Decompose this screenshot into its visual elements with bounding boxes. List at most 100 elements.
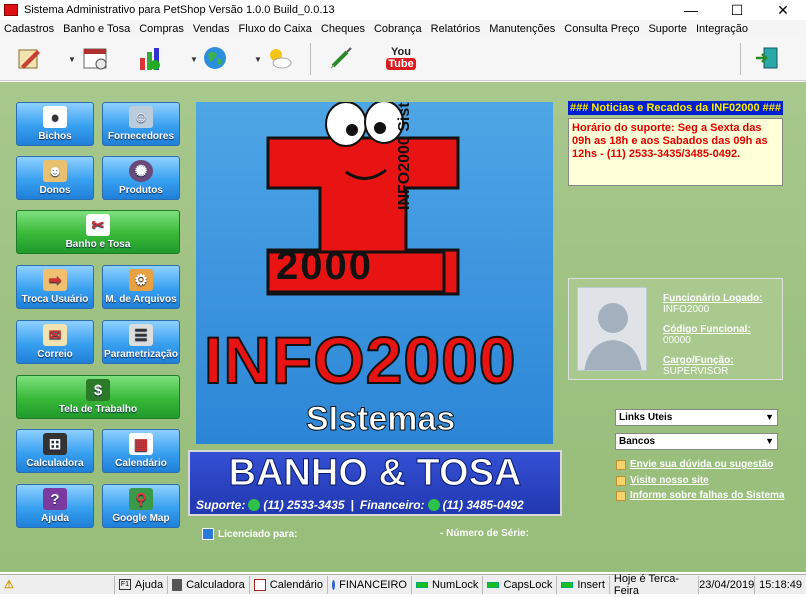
menu-banho-tosa[interactable]: Banho e Tosa	[63, 23, 130, 35]
parametrizacao-button[interactable]: ☰ Parametrização	[102, 320, 180, 364]
menu-cadastros[interactable]: Cadastros	[4, 23, 54, 35]
menu-compras[interactable]: Compras	[139, 23, 184, 35]
envelope-icon	[616, 459, 626, 470]
menu-integracao[interactable]: Integração	[696, 23, 748, 35]
bar-chart-icon[interactable]	[136, 43, 166, 73]
logo-side-text: INFO2000 Sistemas	[396, 102, 413, 210]
info2000-logo: 2000 INFO2000 Sistemas INFO2000 SIstemas	[196, 102, 553, 444]
exit-door-icon[interactable]	[752, 43, 782, 73]
dog-icon: ●	[43, 106, 67, 128]
dropdown-arrow-icon[interactable]: ▼	[254, 55, 262, 64]
ajuda-label: Ajuda	[41, 513, 69, 524]
links-uteis-select[interactable]: Links Uteis ▼	[615, 409, 778, 426]
link-falhas-text: Informe sobre falhas do Sistema	[630, 490, 785, 501]
google-map-button[interactable]: ⚲ Google Map	[102, 484, 180, 528]
dropdown-arrow-icon[interactable]: ▼	[68, 55, 76, 64]
status-ajuda[interactable]: F1 Ajuda	[115, 575, 169, 594]
status-hora: 15:18:49	[755, 576, 806, 594]
user-func-value: INFO2000	[663, 304, 710, 315]
calendar-icon	[253, 578, 266, 591]
notice-title: ### Noticias e Recados da INF02000 ###	[568, 101, 783, 115]
banho-tosa-button[interactable]: ✂ Banho e Tosa	[16, 210, 180, 254]
map-pin-icon: ⚲	[129, 488, 153, 510]
bancos-value: Bancos	[619, 436, 656, 447]
status-ajuda-label: Ajuda	[134, 578, 164, 591]
edit-document-icon[interactable]	[14, 43, 44, 73]
maximize-button[interactable]: ☐	[714, 0, 760, 20]
status-capslock-label: CapsLock	[503, 578, 553, 591]
correio-button[interactable]: ✉ Correio	[16, 320, 94, 364]
close-button[interactable]: ✕	[760, 0, 806, 20]
banner-contacts: Suporte: (11) 2533-3435 | Financeiro: (1…	[196, 498, 524, 512]
fornecedores-label: Fornecedores	[107, 131, 175, 142]
m-arquivos-label: M. de Arquivos	[105, 294, 177, 305]
globe-icon[interactable]	[200, 43, 230, 73]
home-icon	[616, 475, 626, 486]
file-maintenance-icon: ⚙	[129, 269, 153, 291]
toolbar-separator	[310, 43, 311, 75]
status-capslock: CapsLock	[483, 575, 558, 594]
license-icon	[202, 528, 214, 540]
menu-cheques[interactable]: Cheques	[321, 23, 365, 35]
status-dia: Hoje é Terca-Feira	[610, 573, 700, 597]
youtube-icon[interactable]: You Tube	[384, 43, 418, 73]
bichos-button[interactable]: ● Bichos	[16, 102, 94, 146]
grooming-icon: ✂	[86, 214, 110, 236]
help-book-icon: ?	[43, 488, 67, 510]
calendar-icon[interactable]	[80, 43, 110, 73]
menu-manutencoes[interactable]: Manutenções	[489, 23, 555, 35]
menu-vendas[interactable]: Vendas	[193, 23, 230, 35]
ajuda-button[interactable]: ? Ajuda	[16, 484, 94, 528]
warning-icon: ⚠	[4, 579, 14, 591]
google-map-label: Google Map	[112, 513, 170, 524]
status-warning: ⚠	[0, 575, 115, 594]
menu-suporte[interactable]: Suporte	[648, 23, 687, 35]
calendario-button[interactable]: ▦ Calendário	[102, 429, 180, 473]
title-bar: Sistema Administrativo para PetShop Vers…	[0, 0, 806, 20]
status-numlock-label: NumLock	[431, 578, 479, 591]
troca-usuario-button[interactable]: ➡ Troca Usuário	[16, 265, 94, 309]
people-icon: ☺	[129, 106, 153, 128]
settings-list-icon: ☰	[129, 324, 153, 346]
menu-cobranca[interactable]: Cobrança	[374, 23, 422, 35]
status-data: 23/04/2019	[699, 575, 756, 594]
user-code-label: Código Funcional:	[663, 324, 751, 335]
mail-icon: ✉	[43, 324, 67, 346]
banner-title: BANHO & TOSA	[228, 452, 522, 495]
link-falhas[interactable]: Informe sobre falhas do Sistema	[616, 490, 785, 501]
status-financeiro: FINANCEIRO	[328, 575, 412, 594]
link-site[interactable]: Visite nosso site	[616, 475, 709, 486]
m-arquivos-button[interactable]: ⚙ M. de Arquivos	[102, 265, 180, 309]
menu-relatorios[interactable]: Relatórios	[431, 23, 481, 35]
whatsapp-icon	[427, 499, 440, 511]
parametrizacao-label: Parametrização	[104, 349, 178, 360]
capslock-led-icon	[487, 581, 500, 588]
bancos-select[interactable]: Bancos ▼	[615, 433, 778, 450]
status-calculadora[interactable]: Calculadora	[168, 575, 250, 594]
fornecedores-button[interactable]: ☺ Fornecedores	[102, 102, 180, 146]
minimize-button[interactable]: —	[668, 0, 714, 20]
user-func-label: Funcionário Logado:	[663, 293, 763, 304]
menu-consulta-preco[interactable]: Consulta Preço	[564, 23, 639, 35]
tela-trabalho-button[interactable]: $ Tela de Trabalho	[16, 375, 180, 419]
donos-button[interactable]: ☻ Donos	[16, 156, 94, 200]
window-title: Sistema Administrativo para PetShop Vers…	[24, 4, 335, 16]
calendario-label: Calendário	[115, 458, 167, 469]
bichos-label: Bichos	[38, 131, 72, 142]
calculadora-button[interactable]: ⊞ Calculadora	[16, 429, 94, 473]
status-financeiro-label: FINANCEIRO	[339, 578, 407, 591]
produtos-button[interactable]: ✺ Produtos	[102, 156, 180, 200]
weather-icon[interactable]	[264, 43, 294, 73]
banner-financeiro-label: Financeiro:	[359, 498, 425, 512]
dropdown-arrow-icon[interactable]: ▼	[190, 55, 198, 64]
status-calendario[interactable]: Calendário	[250, 575, 328, 594]
status-numlock: NumLock	[412, 575, 484, 594]
menu-fluxo-caixa[interactable]: Fluxo do Caixa	[239, 23, 312, 35]
menu-bar: Cadastros Banho e Tosa Compras Vendas Fl…	[0, 20, 806, 37]
syringe-icon[interactable]	[326, 43, 356, 73]
numlock-led-icon	[415, 581, 428, 588]
youtube-label-tube: Tube	[386, 58, 416, 70]
links-uteis-value: Links Uteis	[619, 412, 673, 423]
link-duvida[interactable]: Envie sua dúvida ou sugestão	[616, 459, 773, 470]
status-calendario-label: Calendário	[269, 578, 323, 591]
